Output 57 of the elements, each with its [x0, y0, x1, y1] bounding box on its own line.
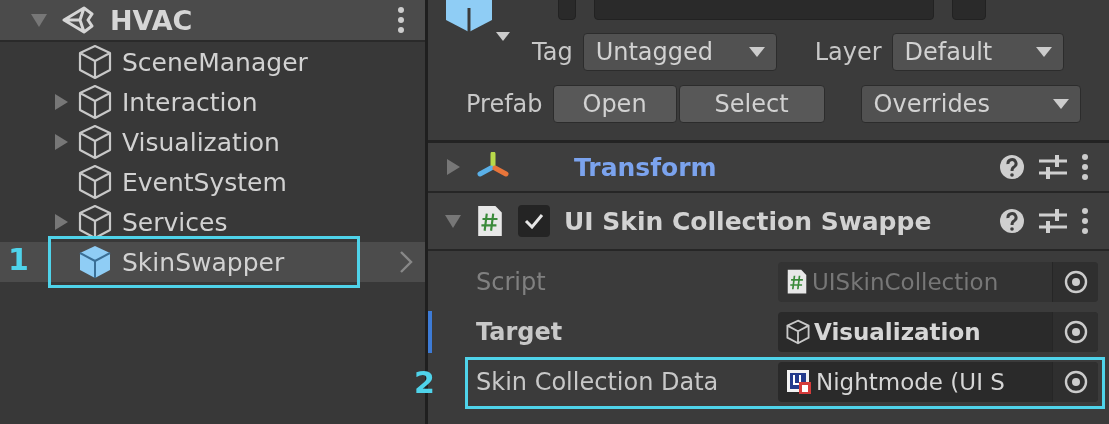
- settings-icon[interactable]: [1039, 208, 1067, 234]
- layer-label: Layer: [814, 38, 882, 66]
- help-icon[interactable]: [999, 154, 1025, 180]
- tag-dropdown[interactable]: Untagged: [582, 33, 777, 71]
- prefab-button[interactable]: Open: [552, 85, 677, 123]
- prefab-button[interactable]: Select: [678, 85, 825, 123]
- target-icon: [1063, 370, 1088, 394]
- overrides-dropdown[interactable]: Overrides: [860, 85, 1081, 123]
- hierarchy-item[interactable]: Services: [0, 202, 425, 242]
- expand-arrow-icon[interactable]: [52, 133, 70, 151]
- object-field[interactable]: Nightmode (UI S: [778, 362, 1098, 402]
- chevron-right-icon[interactable]: [399, 250, 413, 274]
- annotation-number: 2: [414, 364, 435, 400]
- property-label: Script: [476, 268, 547, 296]
- prefab-label: Prefab: [466, 90, 543, 118]
- cube-icon: [78, 124, 112, 160]
- caret-icon: [1051, 98, 1070, 110]
- expand-arrow-icon[interactable]: [52, 93, 70, 111]
- object-field[interactable]: Visualization: [778, 312, 1098, 352]
- cube-icon: [78, 44, 112, 80]
- object-picker-button[interactable]: [1052, 362, 1098, 402]
- help-icon[interactable]: [999, 208, 1025, 234]
- cube-icon: [78, 84, 112, 120]
- unity-logo-icon: [62, 5, 96, 35]
- expand-arrow-icon[interactable]: [52, 213, 70, 231]
- tag-label: Tag: [532, 38, 573, 66]
- caret-icon: [1034, 46, 1053, 58]
- enable-checkbox[interactable]: [518, 205, 550, 237]
- component-title: Transform: [574, 152, 718, 182]
- hierarchy-item[interactable]: Interaction: [0, 82, 425, 122]
- collapse-arrow-icon[interactable]: [444, 212, 462, 230]
- expand-arrow-icon[interactable]: [444, 158, 462, 176]
- target-icon: [1063, 320, 1088, 344]
- check-icon: [524, 213, 544, 229]
- asset-icon: [786, 369, 812, 395]
- script-file-icon: [476, 204, 504, 238]
- object-picker-button[interactable]: [1052, 312, 1098, 352]
- hierarchy-item[interactable]: SceneManager: [0, 42, 425, 82]
- layer-dropdown[interactable]: Default: [891, 33, 1064, 71]
- more-icon[interactable]: [1081, 207, 1089, 235]
- override-bar: [428, 311, 432, 353]
- target-icon: [1063, 270, 1088, 294]
- property-label: Target: [476, 318, 564, 346]
- component-title: UI Skin Collection Swappe: [564, 206, 933, 236]
- more-icon[interactable]: [1081, 153, 1089, 181]
- scene-title: HVAC: [110, 4, 194, 36]
- cube-icon: [78, 164, 112, 200]
- caret-icon: [747, 46, 766, 58]
- hierarchy-item[interactable]: EventSystem: [0, 162, 425, 202]
- cube-icon: [786, 319, 810, 345]
- script-file-icon: [786, 269, 808, 295]
- cube-icon: [78, 244, 112, 280]
- more-icon[interactable]: [397, 6, 405, 34]
- annotation-number: 1: [8, 242, 29, 277]
- property-label: Skin Collection Data: [476, 368, 720, 396]
- hierarchy-item[interactable]: Visualization: [0, 122, 425, 162]
- settings-icon[interactable]: [1039, 154, 1067, 180]
